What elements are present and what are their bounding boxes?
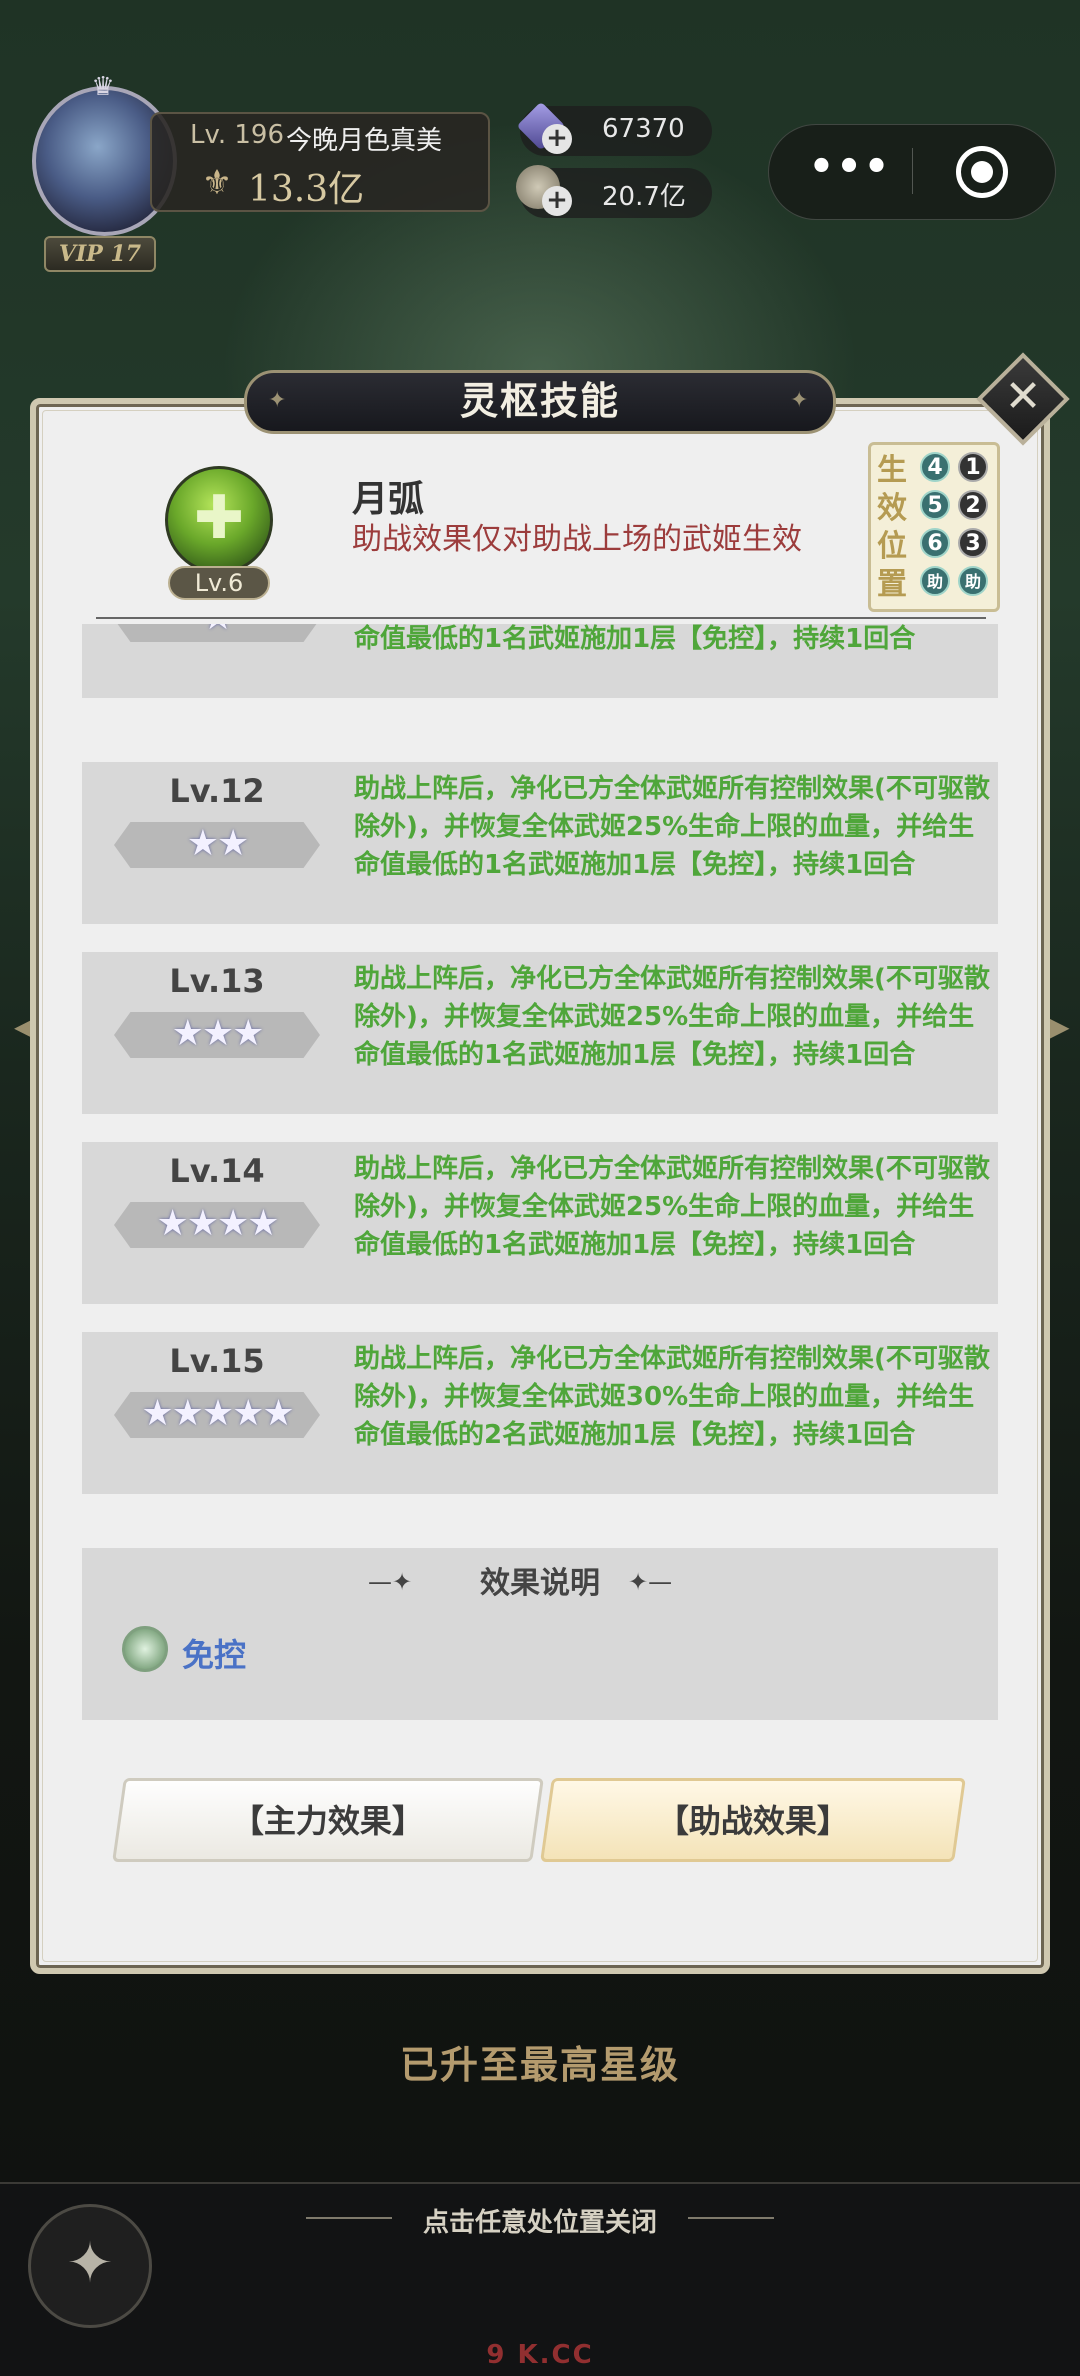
avatar-crown-icon: ♛ [91,72,115,102]
level-row: Lv.15 ★★★★★ 助战上阵后，净化已方全体武姬所有控制效果(不可驱散除外)，并… [82,1332,998,1494]
dialog-title: 灵枢技能 [459,379,620,423]
heal-cross-icon: ✚ [193,483,245,553]
position-label-char: 位 [877,529,907,564]
position-label-char: 生 [877,453,907,488]
level-description: 助战上阵后，净化已方全体武姬所有控制效果(不可驱散除外)，并恢复全体武姬25%生… [354,1154,990,1260]
watermark: 9 K.CC [486,2340,594,2370]
level-row: Lv.13 ★★★ 助战上阵后，净化已方全体武姬所有控制效果(不可驱散除外)，并恢复… [82,952,998,1114]
level-title: Lv.14 [169,1152,265,1190]
position-label-char: 效 [877,491,907,526]
effect-explanation-title: 效果说明 [480,1566,600,1601]
tab-main-effect[interactable]: 【主力效果】 [112,1778,544,1862]
combat-power: 13.3亿 [248,169,365,210]
gem-amount: 67370 [602,114,685,144]
compass-icon: ✦ [66,2231,114,2296]
star-icon: ★★ [186,823,250,864]
level-row: Lv.14 ★★★★ 助战上阵后，净化已方全体武姬所有控制效果(不可驱散除外)，并恢… [82,1142,998,1304]
tab-assist-effect[interactable]: 【助战效果】 [540,1778,966,1862]
position-badge: 1 [958,452,988,482]
position-badge: 4 [920,452,950,482]
skill-name: 月弧 [352,479,425,520]
level-description: 助战上阵后，净化已方全体武姬所有控制效果(不可驱散除外)，并恢复全体武姬25%生… [354,964,990,1070]
max-star-status: 已升至最高星级 [399,2043,680,2087]
next-arrow-icon[interactable]: ▶ [1048,1010,1070,1043]
tab-assist-effect-label: 【助战效果】 [656,1802,849,1840]
skill-level-badge: Lv.6 [168,566,270,600]
effect-position-label: 生 效 位 置 [874,452,910,604]
star-icon: ★★★ [171,1013,265,1054]
header-divider [96,617,986,619]
level-title: Lv.15 [169,1342,265,1380]
player-name: 今晚月色真美 [286,126,443,156]
position-badge: 6 [920,528,950,558]
power-icon: ⚜ [201,163,233,203]
control-immunity-link[interactable]: 免控 [182,1630,246,1676]
level-row: Lv.12 ★★ 助战上阵后，净化已方全体武姬所有控制效果(不可驱散除外)，并恢复全… [82,762,998,924]
more-menu-button[interactable]: ••• [800,142,900,198]
level-list[interactable]: ★ 助战上阵后，净化已方全体武姬所有控制效果(不可驱散除外)，并恢复全体武姬20%… [82,624,998,1494]
add-gem-button[interactable]: + [542,124,572,154]
level-title: Lv.13 [169,962,265,1000]
position-badge: 助 [920,566,950,596]
tab-main-effect-label: 【主力效果】 [231,1802,424,1840]
level-description: 助战上阵后，净化已方全体武姬所有控制效果(不可驱散除外)，并恢复全体武姬25%生… [354,774,990,880]
position-badge: 3 [958,528,988,558]
star-icon: ★ [114,624,320,642]
capsule-divider [912,148,913,194]
level-description: 助战上阵后，净化已方全体武姬所有控制效果(不可驱散除外)，并恢复全体武姬20%生… [354,624,916,654]
position-badge: 2 [958,490,988,520]
level-row: ★ 助战上阵后，净化已方全体武姬所有控制效果(不可驱散除外)，并恢复全体武姬20%… [82,624,998,698]
tap-to-close-hint: 点击任意处位置关闭 [422,2208,657,2238]
position-label-char: 置 [877,567,907,602]
player-level: Lv. 196 [190,120,285,150]
level-title: Lv.12 [169,772,265,810]
control-immunity-icon [122,1626,168,1672]
level-description: 助战上阵后，净化已方全体武姬所有控制效果(不可驱散除外)，并恢复全体武姬30%生… [354,1344,990,1450]
close-icon: ✕ [1004,371,1042,422]
add-coin-button[interactable]: + [542,186,572,216]
star-icon: ★★★★★ [141,1393,294,1434]
coin-amount: 20.7亿 [602,182,686,212]
position-badge: 5 [920,490,950,520]
position-badge: 助 [958,566,988,596]
star-icon: ★★★★ [156,1203,279,1244]
skill-description: 助战效果仅对助战上场的武姬生效 [352,522,802,557]
exit-target-icon [971,161,993,183]
vip-badge[interactable]: VIP 17 [44,236,156,272]
